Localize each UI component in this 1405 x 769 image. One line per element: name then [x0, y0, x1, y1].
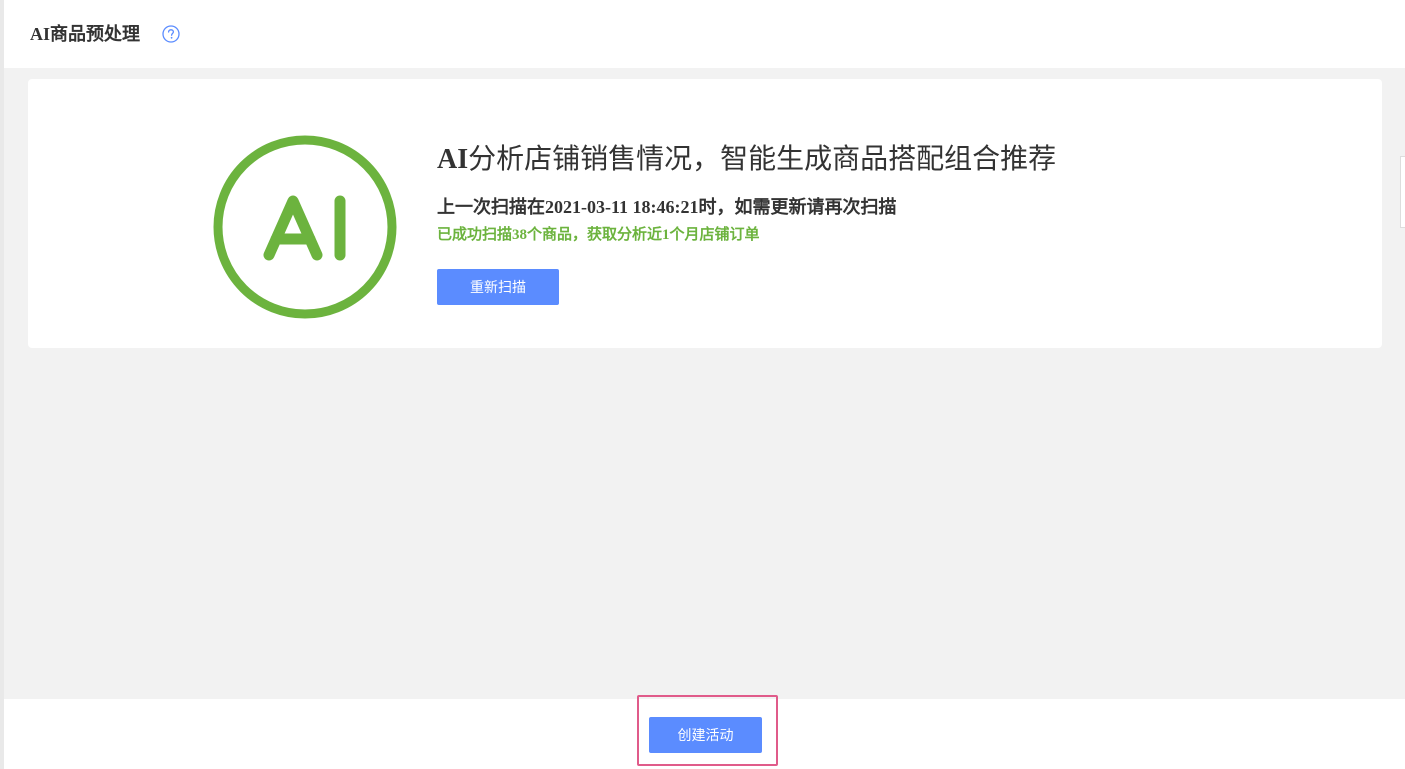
last-scan-info: 上一次扫描在2021-03-11 18:46:21时，如需更新请再次扫描: [437, 197, 897, 217]
page-header: AI商品预处理: [4, 0, 1405, 68]
card-title: AI分析店铺销售情况，智能生成商品搭配组合推荐: [437, 142, 1056, 178]
page-title: AI商品预处理: [30, 24, 141, 44]
rescan-button[interactable]: 重新扫描: [437, 269, 559, 305]
card-title-text: 分析店铺销售情况，智能生成商品搭配组合推荐: [468, 144, 1057, 175]
page: AI商品预处理 AI分析店铺销售情况，智能生成商品搭配组合推荐 上一次扫描在20…: [0, 0, 1405, 769]
side-panel-tab[interactable]: [1400, 156, 1405, 228]
ai-logo-icon: [213, 135, 397, 319]
question-circle-icon[interactable]: [162, 25, 180, 43]
scan-result-text: 已成功扫描38个商品，获取分析近1个月店铺订单: [437, 227, 760, 243]
card-title-prefix: AI: [437, 144, 469, 175]
create-activity-button[interactable]: 创建活动: [649, 717, 762, 753]
